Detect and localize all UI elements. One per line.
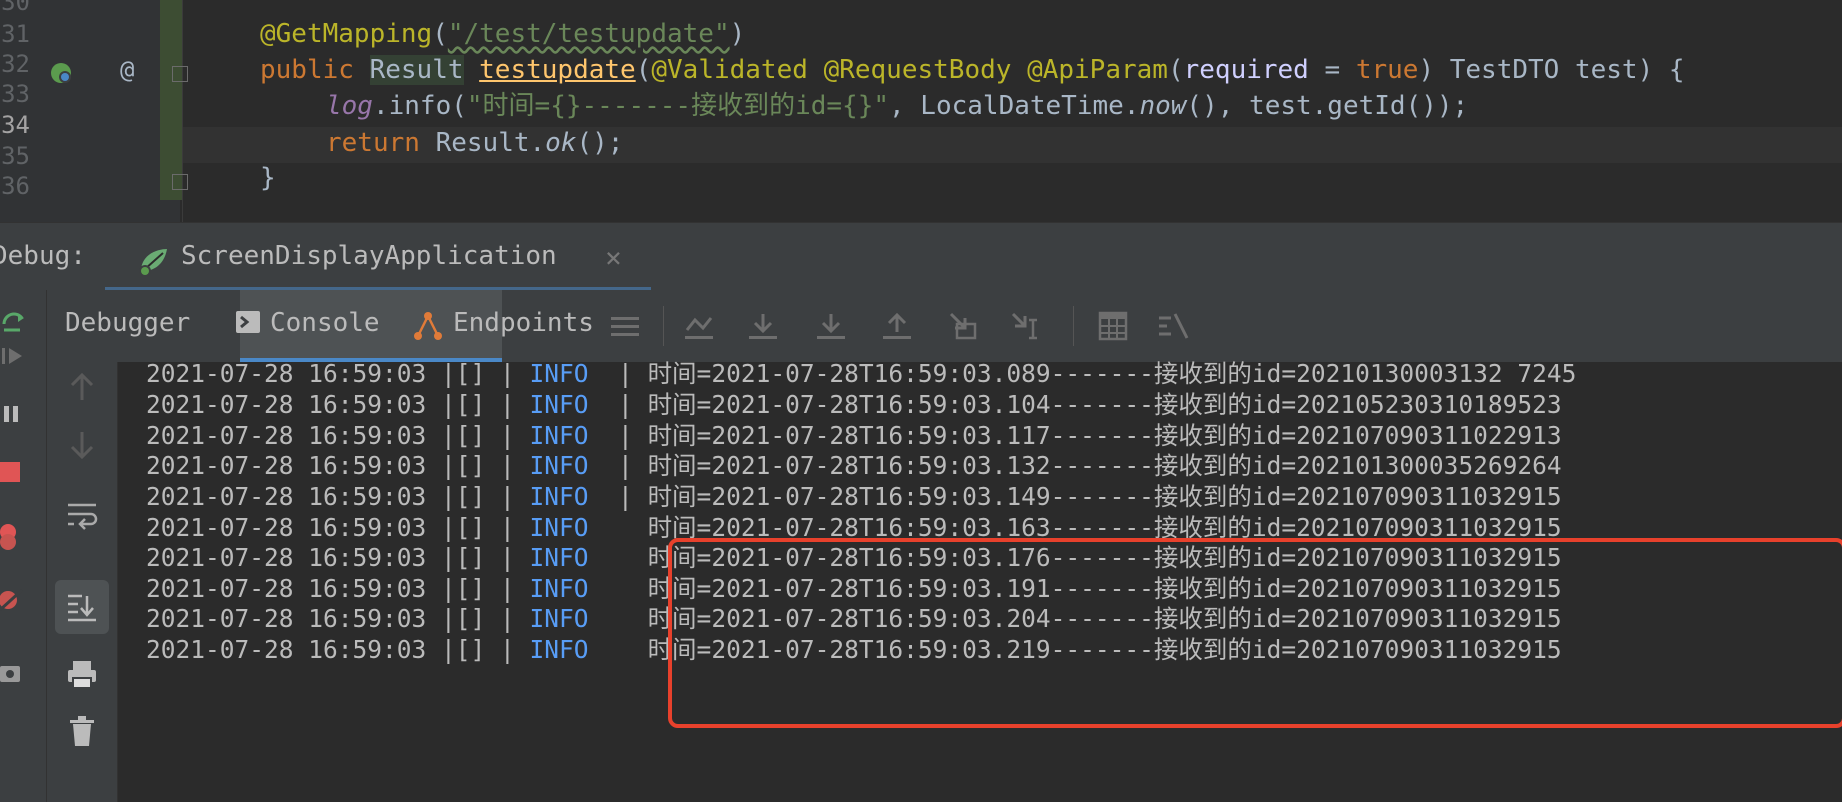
show-execution-point-icon[interactable] — [683, 310, 715, 342]
debug-left-toolbar — [0, 290, 47, 802]
code-line-35: } — [260, 163, 276, 193]
tab-endpoints[interactable]: Endpoints — [453, 308, 594, 338]
step-into-icon[interactable] — [815, 310, 847, 342]
soft-wrap-icon[interactable] — [65, 498, 99, 532]
debug-tool-window-header: Debug: ScreenDisplayApplication × — [0, 222, 1842, 291]
code-line-32: public Result testupdate(@Validated @Req… — [260, 55, 1685, 85]
toolbar-separator — [663, 306, 664, 346]
debug-label: Debug: — [0, 241, 86, 271]
drop-frame-icon[interactable] — [947, 310, 979, 342]
console-icon — [236, 311, 260, 333]
code-editor[interactable]: 30 31 32 33 34 35 36 @ @GetMapping("/tes… — [0, 0, 1842, 222]
console-toolbar: Debugger Console Endpoints — [47, 290, 1842, 363]
step-out-icon[interactable] — [881, 310, 913, 342]
down-arrow-icon[interactable] — [65, 428, 99, 462]
fold-marker-icon[interactable] — [172, 174, 188, 190]
resume-icon[interactable] — [0, 342, 28, 370]
spring-boot-icon — [139, 249, 167, 277]
line-number: 36 — [1, 172, 30, 200]
code-line-34: return Result.ok(); — [326, 128, 624, 158]
camera-icon[interactable] — [0, 658, 28, 686]
console-output[interactable]: 2021-07-28 16:59:03 |[] | INFO | 时间=2021… — [118, 359, 1842, 802]
mute-breakpoints-icon[interactable] — [0, 586, 28, 614]
print-icon[interactable] — [65, 658, 99, 692]
up-arrow-icon[interactable] — [65, 370, 99, 404]
override-at-icon[interactable]: @ — [120, 56, 134, 84]
debug-session-tab[interactable]: ScreenDisplayApplication × — [105, 223, 651, 291]
view-breakpoints-icon[interactable] — [0, 522, 28, 550]
endpoints-icon — [414, 312, 442, 340]
code-line-33: log.info("时间={}-------接收到的id={}", LocalD… — [326, 91, 1469, 121]
red-highlight-annotation — [668, 538, 1842, 728]
gutter-change-marker — [160, 0, 182, 200]
close-icon[interactable]: × — [605, 241, 622, 274]
code-line-31: @GetMapping("/test/testupdate") — [260, 19, 746, 49]
tab-debugger[interactable]: Debugger — [65, 308, 190, 338]
step-over-icon[interactable] — [747, 310, 779, 342]
evaluate-expression-icon[interactable] — [1097, 310, 1129, 342]
toolbar-separator — [1073, 306, 1074, 346]
debug-session-title: ScreenDisplayApplication — [181, 241, 557, 271]
console-side-toolbar — [47, 362, 118, 802]
fold-marker-icon[interactable] — [172, 66, 188, 82]
rerun-icon[interactable] — [0, 310, 28, 338]
stop-icon[interactable] — [0, 458, 28, 486]
endpoint-gutter-icon[interactable] — [48, 60, 74, 86]
run-to-cursor-icon[interactable] — [1011, 310, 1043, 342]
trace-stream-icon[interactable] — [1157, 310, 1189, 342]
tab-console[interactable]: Console — [270, 308, 380, 338]
clear-all-icon[interactable] — [65, 714, 99, 748]
menu-lines-icon[interactable] — [609, 310, 641, 342]
pause-icon[interactable] — [0, 400, 28, 428]
scroll-to-end-icon[interactable] — [65, 590, 99, 624]
